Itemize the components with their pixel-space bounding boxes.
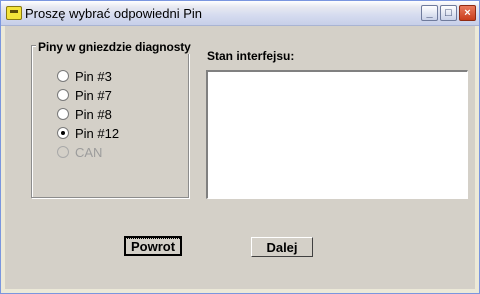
radio-label: Pin #7 <box>75 87 112 103</box>
radio-button[interactable] <box>57 108 69 120</box>
radio-pin-8[interactable]: Pin #8 <box>57 105 112 123</box>
radio-button[interactable] <box>57 89 69 101</box>
app-icon[interactable] <box>6 6 22 20</box>
back-button-label: Powrot <box>123 237 183 255</box>
dialog-client-area: Piny w gniezdzie diagnosty Pin #3 Pin #7… <box>5 26 475 289</box>
status-label: Stan interfejsu: <box>207 49 295 63</box>
title-bar[interactable]: Proszę wybrać odpowiedni Pin _ □ × <box>1 1 479 26</box>
radio-pin-3[interactable]: Pin #3 <box>57 67 112 85</box>
status-textbox[interactable] <box>206 70 468 199</box>
radio-button[interactable] <box>57 70 69 82</box>
radio-pin-12[interactable]: Pin #12 <box>57 124 119 142</box>
minimize-button[interactable]: _ <box>421 5 438 21</box>
radio-can: CAN <box>57 143 102 161</box>
next-button[interactable]: Dalej <box>251 237 313 257</box>
minimize-icon: _ <box>426 6 433 19</box>
radio-label: Pin #3 <box>75 68 112 84</box>
radio-button-selected[interactable] <box>57 127 69 139</box>
radio-button-disabled <box>57 146 69 158</box>
radio-pin-7[interactable]: Pin #7 <box>57 86 112 104</box>
radio-label: Pin #8 <box>75 106 112 122</box>
dialog-window: Proszę wybrać odpowiedni Pin _ □ × Piny … <box>0 0 480 294</box>
close-icon: × <box>464 6 471 19</box>
radio-label: Pin #12 <box>75 125 120 141</box>
groupbox-title: Piny w gniezdzie diagnosty <box>36 40 193 54</box>
maximize-icon: □ <box>445 6 452 19</box>
back-button[interactable]: Powrot <box>123 236 183 256</box>
close-button[interactable]: × <box>459 5 476 21</box>
radio-label: CAN <box>75 144 103 160</box>
next-button-label: Dalej <box>266 239 298 255</box>
window-title: Proszę wybrać odpowiedni Pin <box>25 6 203 21</box>
maximize-button[interactable]: □ <box>440 5 457 21</box>
